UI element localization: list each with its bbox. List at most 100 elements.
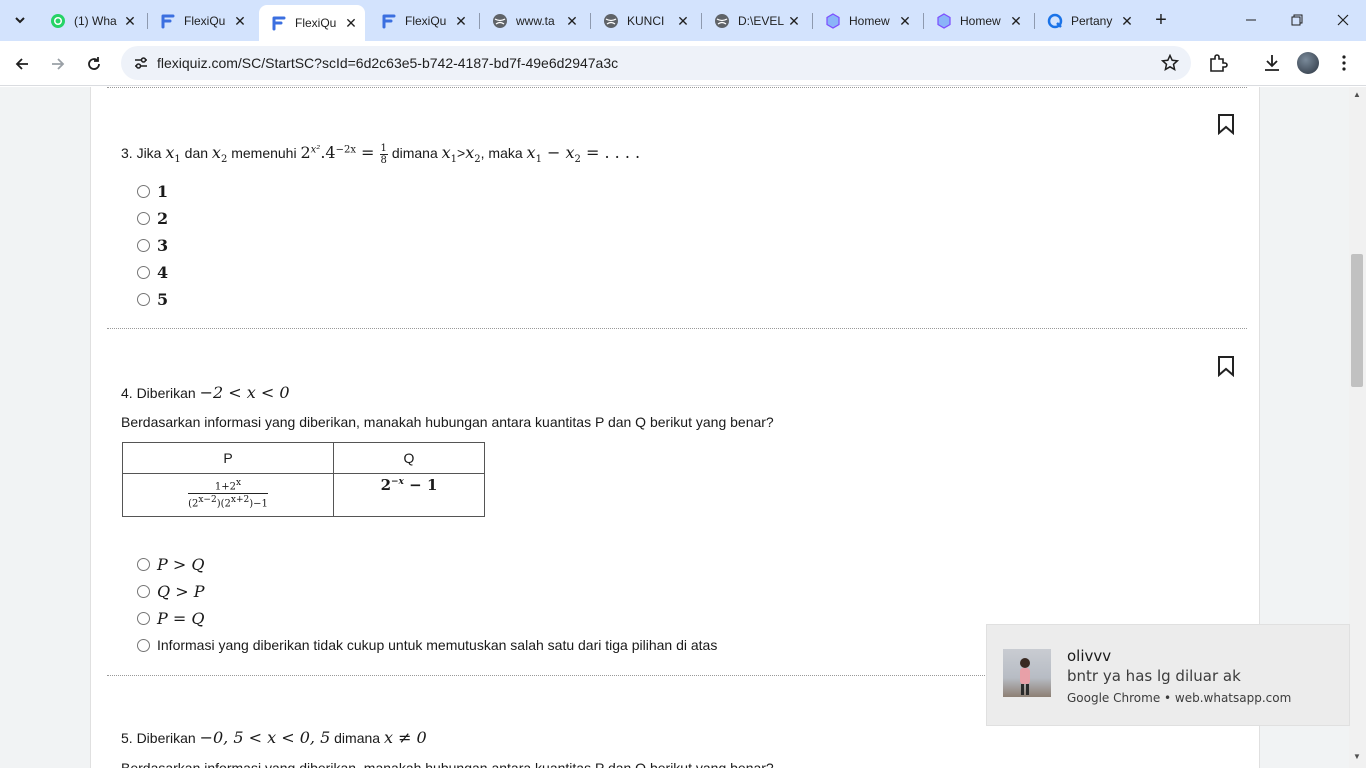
globe-icon xyxy=(492,13,508,29)
tab-homework-1[interactable]: Homew ✕ xyxy=(813,7,919,35)
new-tab-button[interactable]: + xyxy=(1150,9,1172,31)
reload-icon xyxy=(88,57,100,70)
flexiquiz-icon xyxy=(271,15,287,31)
flexiquiz-icon xyxy=(381,13,397,29)
q4-option-q-greater[interactable]: Q > P xyxy=(137,582,204,601)
site-settings-icon[interactable] xyxy=(133,55,149,71)
tab-whatsapp[interactable]: (1) Wha ✕ xyxy=(38,7,144,35)
minimize-button[interactable] xyxy=(1228,0,1274,40)
q-icon xyxy=(1047,13,1063,29)
menu-button[interactable] xyxy=(1333,52,1355,74)
extensions-button[interactable] xyxy=(1207,52,1229,74)
tab-flexiquiz-3[interactable]: FlexiQu ✕ xyxy=(369,7,475,35)
question-4-prompt: Berdasarkan informasi yang diberikan, ma… xyxy=(121,414,774,430)
q4-option-p-greater[interactable]: P > Q xyxy=(137,555,204,574)
reload-button[interactable] xyxy=(80,50,108,78)
cube-icon xyxy=(825,13,841,29)
tab-devel[interactable]: D:\EVEL ✕ xyxy=(702,7,808,35)
download-icon xyxy=(1265,55,1279,71)
tab-homework-2[interactable]: Homew ✕ xyxy=(924,7,1030,35)
divider xyxy=(107,87,1247,88)
tab-title: Homew xyxy=(960,14,1001,28)
back-button[interactable] xyxy=(8,50,36,78)
pq-table: P Q 1+2x (2x−2)(2x+2)−1 2−x − 1 xyxy=(122,442,486,517)
cube-icon xyxy=(936,13,952,29)
radio-button[interactable] xyxy=(137,292,150,306)
q3-option-3[interactable]: 3 xyxy=(137,236,168,255)
radio-button[interactable] xyxy=(137,211,150,225)
globe-icon xyxy=(714,13,730,29)
close-icon[interactable]: ✕ xyxy=(343,15,359,31)
q3-option-2[interactable]: 2 xyxy=(137,209,168,228)
divider xyxy=(107,328,1247,329)
tab-title: FlexiQu xyxy=(405,14,447,28)
notification-message: bntr ya has lg diluar ak xyxy=(1067,667,1241,685)
tab-title: Homew xyxy=(849,14,890,28)
tab-title: D:\EVEL xyxy=(738,14,785,28)
restore-button[interactable] xyxy=(1274,0,1320,40)
tab-pertanyaan[interactable]: Pertany ✕ xyxy=(1035,7,1141,35)
table-header: P xyxy=(122,442,334,474)
restore-icon xyxy=(1291,14,1303,26)
radio-button[interactable] xyxy=(137,584,150,598)
radio-button[interactable] xyxy=(137,638,150,652)
q3-option-1[interactable]: 1 xyxy=(137,182,168,201)
flexiquiz-icon xyxy=(160,13,176,29)
tab-www[interactable]: www.ta ✕ xyxy=(480,7,586,35)
globe-icon xyxy=(603,13,619,29)
close-icon[interactable]: ✕ xyxy=(675,13,691,29)
tab-search-button[interactable] xyxy=(8,9,32,31)
close-icon[interactable]: ✕ xyxy=(897,13,913,29)
downloads-button[interactable] xyxy=(1261,52,1283,74)
tab-kunci[interactable]: KUNCI ✕ xyxy=(591,7,697,35)
radio-button[interactable] xyxy=(137,238,150,252)
q4-option-insufficient[interactable]: Informasi yang diberikan tidak cukup unt… xyxy=(137,636,717,654)
minimize-icon xyxy=(1246,19,1256,21)
radio-button[interactable] xyxy=(137,611,150,625)
tab-title: www.ta xyxy=(516,14,555,28)
close-icon[interactable]: ✕ xyxy=(1119,13,1135,29)
tab-strip: (1) Wha ✕ FlexiQu ✕ FlexiQu ✕ FlexiQu ✕ … xyxy=(0,0,1366,41)
tab-title: (1) Wha xyxy=(74,14,117,28)
more-vert-icon xyxy=(1342,55,1346,71)
close-icon[interactable]: ✕ xyxy=(453,13,469,29)
scroll-up-arrow[interactable]: ▲ xyxy=(1353,90,1361,99)
bookmark-star-icon[interactable] xyxy=(1161,54,1179,72)
scroll-down-arrow[interactable]: ▼ xyxy=(1353,752,1361,761)
close-icon[interactable]: ✕ xyxy=(1008,13,1024,29)
chevron-down-icon xyxy=(15,17,25,24)
tab-title: Pertany xyxy=(1071,14,1113,28)
page-scrollbar[interactable] xyxy=(1349,87,1366,768)
scrollbar-thumb[interactable] xyxy=(1351,254,1363,387)
close-icon[interactable]: ✕ xyxy=(564,13,580,29)
close-icon xyxy=(1337,14,1349,26)
puzzle-icon xyxy=(1210,54,1228,72)
radio-button[interactable] xyxy=(137,265,150,279)
notification-source: Google Chrome • web.whatsapp.com xyxy=(1067,691,1292,705)
tab-title: KUNCI xyxy=(627,14,665,28)
radio-button[interactable] xyxy=(137,557,150,571)
arrow-right-icon xyxy=(52,58,65,70)
q3-option-4[interactable]: 4 xyxy=(137,263,168,282)
close-icon[interactable]: ✕ xyxy=(122,13,138,29)
whatsapp-icon xyxy=(50,13,66,29)
tab-title: FlexiQu xyxy=(184,14,226,28)
profile-avatar[interactable] xyxy=(1297,52,1319,74)
browser-toolbar: flexiquiz.com/SC/StartSC?scId=6d2c63e5-b… xyxy=(0,41,1366,86)
forward-button[interactable] xyxy=(44,50,72,78)
close-icon[interactable]: ✕ xyxy=(786,13,802,29)
bookmark-icon[interactable] xyxy=(1217,113,1235,135)
close-icon[interactable]: ✕ xyxy=(232,13,248,29)
radio-button[interactable] xyxy=(137,184,150,198)
tab-flexiquiz-active[interactable]: FlexiQu ✕ xyxy=(259,5,365,41)
table-header: Q xyxy=(332,442,486,474)
url-text: flexiquiz.com/SC/StartSC?scId=6d2c63e5-b… xyxy=(157,55,619,71)
bookmark-icon[interactable] xyxy=(1217,355,1235,377)
close-window-button[interactable] xyxy=(1320,0,1366,40)
tab-flexiquiz-1[interactable]: FlexiQu ✕ xyxy=(148,7,254,35)
chrome-notification[interactable]: olivvv bntr ya has lg diluar ak Google C… xyxy=(986,624,1350,726)
tab-title: FlexiQu xyxy=(295,16,337,30)
q4-option-equal[interactable]: P = Q xyxy=(137,609,204,628)
q3-option-5[interactable]: 5 xyxy=(137,290,168,309)
address-bar[interactable]: flexiquiz.com/SC/StartSC?scId=6d2c63e5-b… xyxy=(121,46,1191,80)
